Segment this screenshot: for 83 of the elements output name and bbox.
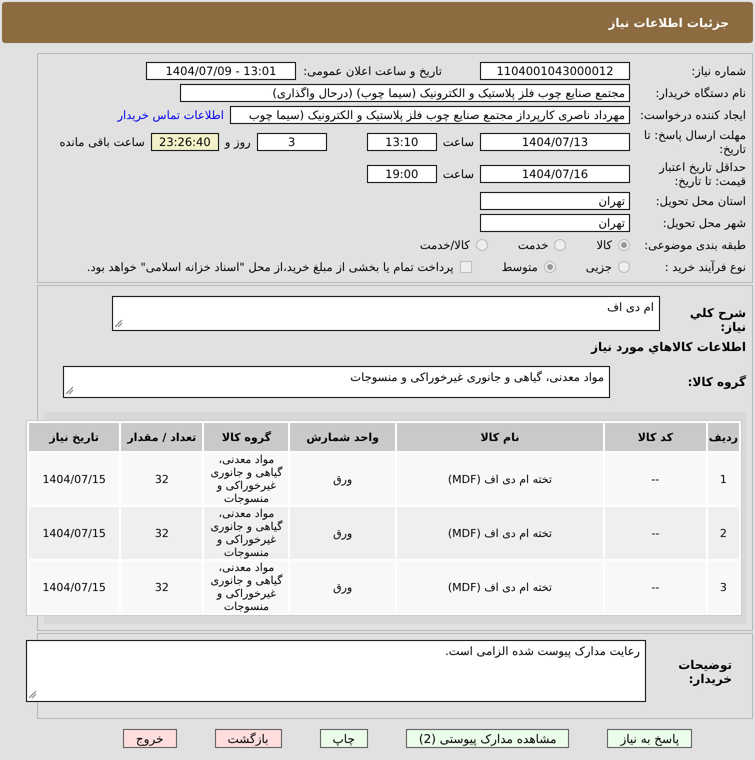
- option-label: جزیی: [586, 260, 612, 274]
- option-label: خدمت: [518, 238, 548, 252]
- column-header: تاریخ نیاز: [29, 423, 120, 451]
- radio-button[interactable]: [554, 239, 566, 251]
- field-label: ایجاد کننده درخواست:: [639, 108, 746, 122]
- field-label: نوع فرآیند خرید :: [664, 260, 746, 274]
- table-cell-text: --: [650, 472, 660, 488]
- option-label: کالا: [596, 238, 612, 252]
- table-cell-text: ورق: [332, 580, 354, 596]
- buyer-contact-link[interactable]: اطلاعات تماس خریدار: [117, 108, 224, 122]
- field-label: گروه کالا:: [686, 375, 746, 389]
- buyer-org-field[interactable]: مجتمع صنایع چوب فلز پلاستیک و الکترونیک (سیما چوب) (درحال واگذاری): [180, 84, 630, 102]
- table-cell-text: 3: [718, 580, 728, 596]
- field-label: تاریخ و ساعت اعلان عمومی:: [302, 64, 442, 78]
- field-label: نام دستگاه خریدار:: [654, 86, 746, 100]
- validity-date-field[interactable]: 1404/07/16: [480, 165, 630, 183]
- radio-button[interactable]: [618, 239, 630, 251]
- resize-grip-icon[interactable]: [115, 320, 123, 328]
- header-title: جزئیات اطلاعات نیاز: [608, 16, 729, 30]
- column-header: تعداد / مقدار: [121, 423, 202, 451]
- table-cell-text: مواد معدنی، گیاهی و جانوری غیرخوراکی و منسوجات: [209, 561, 284, 613]
- table-cell-text: 32: [154, 580, 170, 596]
- description-field[interactable]: ام دی اف: [112, 296, 660, 331]
- table-cell-text: مواد معدنی، گیاهی و جانوری غیرخوراکی و منسوجات: [209, 507, 284, 559]
- option-label: کالا/خدمت: [420, 238, 470, 252]
- field-label: شرح كلي نياز:: [688, 306, 746, 334]
- table-cell-text: تخته ام دی اف (MDF): [446, 526, 553, 542]
- field-label: مهلت ارسال پاسخ: تا تاریخ:: [642, 128, 746, 156]
- table-cell-text: ورق: [332, 526, 354, 542]
- radio-button[interactable]: [476, 239, 488, 251]
- table-cell-text: 2: [718, 526, 728, 542]
- action-button[interactable]: خروج: [122, 729, 176, 748]
- table-cell-text: ورق: [332, 472, 354, 488]
- field-label: طبقه بندی موضوعی:: [643, 238, 746, 252]
- checkbox-label: پرداخت تمام یا بخشی از مبلغ خرید،از محل "اسناد خزانه اسلامی" خواهد بود.: [86, 260, 454, 274]
- goods-group-field[interactable]: مواد معدنی، گیاهی و جانوری غیرخوراکی و منسوجات: [63, 366, 610, 398]
- action-button[interactable]: مشاهده مدارک پیوستی (2): [406, 729, 570, 748]
- field-label: ساعت: [442, 167, 474, 181]
- column-header: نام کالا: [396, 423, 603, 451]
- deadline-date-field[interactable]: 1404/07/13: [480, 133, 630, 151]
- table-cell-text: --: [650, 526, 660, 542]
- field-label: شماره نیاز:: [690, 64, 746, 78]
- radio-button[interactable]: [618, 261, 630, 273]
- action-button[interactable]: بازگشت: [214, 729, 282, 748]
- table-cell-text: تخته ام دی اف (MDF): [446, 472, 553, 488]
- field-label: شهر محل تحویل:: [662, 216, 746, 230]
- column-header: واحد شمارش: [290, 423, 395, 451]
- option-label: متوسط: [502, 260, 538, 274]
- table-cell-text: تخته ام دی اف (MDF): [446, 580, 553, 596]
- field-label: توضیحات خریدار:: [677, 658, 732, 686]
- requester-field[interactable]: مهرداد ناصری کارپرداز مجتمع صنایع چوب فلز پلاستیک و الکترونیک (سیما چوب: [230, 106, 630, 124]
- section-title: اطلاعات كالاهاي مورد نياز: [591, 340, 746, 354]
- table-cell-text: 1: [718, 472, 728, 488]
- table-cell-text: 1404/07/15: [41, 472, 107, 488]
- table-cell-text: مواد معدنی، گیاهی و جانوری غیرخوراکی و منسوجات: [209, 453, 284, 505]
- need-number-field[interactable]: 1104001043000012: [480, 62, 630, 80]
- table-cell-text: 32: [154, 472, 170, 488]
- remaining-time-field[interactable]: 23:26:40: [150, 133, 219, 151]
- validity-time-field[interactable]: 19:00: [366, 165, 437, 183]
- table-cell-text: 32: [154, 526, 170, 542]
- field-label: ساعت باقی مانده: [60, 135, 145, 149]
- action-button[interactable]: پاسخ به نیاز: [607, 729, 692, 748]
- days-field[interactable]: 3: [256, 133, 327, 151]
- resize-grip-icon[interactable]: [66, 387, 74, 395]
- table-cell-text: 1404/07/15: [41, 580, 107, 596]
- province-field[interactable]: تهران: [480, 192, 630, 210]
- table-cell-text: 1404/07/15: [41, 526, 107, 542]
- field-label: روز و: [224, 135, 251, 149]
- column-header: ردیف: [708, 423, 739, 451]
- city-field[interactable]: تهران: [480, 214, 630, 232]
- column-header: کد کالا: [604, 423, 706, 451]
- table-cell-text: --: [650, 580, 660, 596]
- field-label: استان محل تحویل:: [654, 194, 746, 208]
- announce-date-field[interactable]: 1404/07/09 - 13:01: [146, 62, 296, 80]
- column-header: گروه کالا: [204, 423, 288, 451]
- field-label: حداقل تاریخ اعتبار قیمت: تا تاریخ:: [658, 160, 746, 188]
- buyer-notes-field[interactable]: رعایت مدارک پیوست شده الزامی است.: [26, 640, 646, 702]
- radio-button[interactable]: [544, 261, 556, 273]
- resize-grip-icon[interactable]: [29, 691, 37, 699]
- action-button[interactable]: چاپ: [320, 729, 368, 748]
- deadline-time-field[interactable]: 13:10: [366, 133, 437, 151]
- checkbox[interactable]: [460, 261, 472, 273]
- field-label: ساعت: [442, 135, 474, 149]
